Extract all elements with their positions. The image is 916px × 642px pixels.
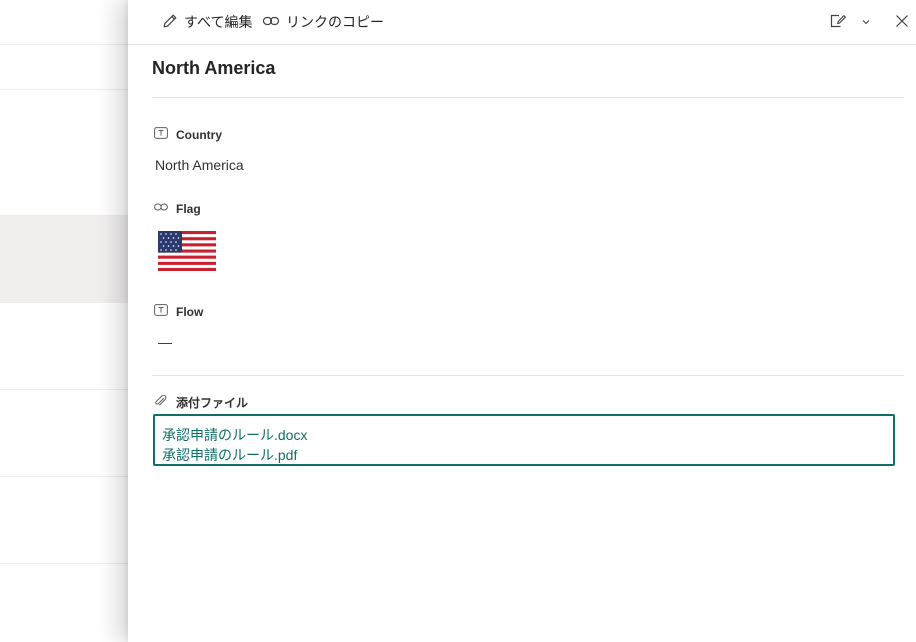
attachment-link-pdf[interactable]: 承認申請のルール.pdf bbox=[162, 445, 886, 465]
country-label: Country bbox=[176, 127, 222, 142]
close-icon bbox=[895, 14, 909, 33]
edit-form-button[interactable] bbox=[827, 12, 849, 34]
link-icon bbox=[154, 201, 176, 216]
edit-all-button[interactable]: すべて編集 bbox=[162, 10, 252, 34]
list-row[interactable] bbox=[0, 90, 140, 216]
title-divider bbox=[152, 97, 904, 98]
text-field-icon bbox=[154, 304, 176, 319]
item-title: North America bbox=[152, 58, 276, 78]
item-details-panel: すべて編集 リンクのコピー North America Country Nort… bbox=[128, 0, 916, 642]
form-options-dropdown[interactable] bbox=[855, 12, 877, 34]
text-field-icon bbox=[154, 127, 176, 142]
chevron-down-icon bbox=[861, 14, 871, 32]
background-list bbox=[0, 0, 140, 642]
us-flag-image[interactable] bbox=[158, 230, 216, 272]
list-row[interactable] bbox=[0, 477, 140, 564]
section-divider bbox=[152, 375, 904, 376]
flow-value[interactable]: — bbox=[158, 334, 172, 350]
copy-link-button[interactable]: リンクのコピー bbox=[262, 10, 384, 34]
command-bar: すべて編集 リンクのコピー bbox=[128, 0, 916, 45]
attachments-label: 添付ファイル bbox=[176, 396, 249, 410]
link-icon bbox=[262, 13, 286, 32]
list-row[interactable] bbox=[0, 45, 140, 90]
attachments-field-label: 添付ファイル bbox=[154, 394, 248, 411]
attachments-list[interactable]: 承認申請のルール.docx 承認申請のルール.pdf bbox=[153, 414, 895, 466]
flow-label: Flow bbox=[176, 304, 204, 319]
form-edit-icon bbox=[829, 13, 847, 34]
country-field-label: Country bbox=[154, 127, 222, 142]
list-row-selected[interactable] bbox=[0, 216, 140, 303]
paperclip-icon bbox=[154, 394, 176, 410]
flow-field-label: Flow bbox=[154, 304, 203, 319]
list-row[interactable] bbox=[0, 303, 140, 390]
copy-link-label: リンクのコピー bbox=[286, 14, 384, 30]
list-row[interactable] bbox=[0, 0, 140, 45]
list-row[interactable] bbox=[0, 390, 140, 477]
country-value[interactable]: North America bbox=[155, 157, 244, 173]
pencil-icon bbox=[162, 13, 184, 32]
close-button[interactable] bbox=[891, 12, 913, 34]
flag-label: Flag bbox=[176, 201, 201, 216]
edit-all-label: すべて編集 bbox=[184, 14, 253, 30]
flag-field-label: Flag bbox=[154, 201, 201, 216]
attachment-link-docx[interactable]: 承認申請のルール.docx bbox=[162, 425, 886, 445]
